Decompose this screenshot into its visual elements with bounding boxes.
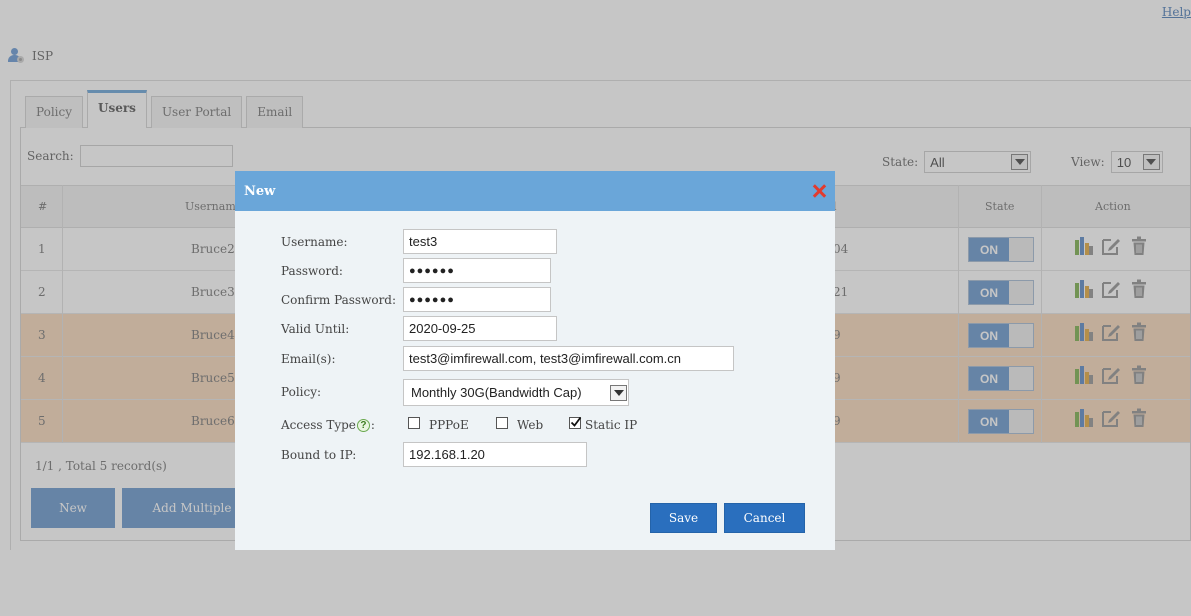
valid-until-label: Valid Until: bbox=[281, 322, 350, 336]
policy-select-value: Monthly 30G(Bandwidth Cap) bbox=[411, 385, 582, 400]
access-type-colon: : bbox=[370, 418, 375, 432]
policy-select[interactable]: Monthly 30G(Bandwidth Cap) bbox=[403, 379, 629, 406]
web-checkbox[interactable] bbox=[496, 417, 508, 429]
web-label: Web bbox=[517, 418, 544, 432]
email-field[interactable]: test3@imfirewall.com, test3@imfirewall.c… bbox=[403, 346, 734, 371]
username-label: Username: bbox=[281, 235, 348, 249]
checkmark-icon bbox=[570, 416, 582, 427]
confirm-password-label: Confirm Password: bbox=[281, 293, 397, 307]
cancel-button[interactable]: Cancel bbox=[724, 503, 805, 533]
static-ip-label: Static IP bbox=[585, 418, 638, 432]
chevron-down-icon bbox=[610, 384, 627, 401]
confirm-password-field[interactable]: ●●●●●● bbox=[403, 287, 551, 312]
password-label: Password: bbox=[281, 264, 343, 278]
valid-until-field[interactable]: 2020-09-25 bbox=[403, 316, 557, 341]
username-field[interactable]: test3 bbox=[403, 229, 557, 254]
new-user-dialog: New Username: test3 Password: ●●●●●● Con… bbox=[235, 171, 835, 550]
pppoe-label: PPPoE bbox=[429, 418, 469, 432]
dialog-title: New bbox=[244, 183, 276, 199]
bound-ip-field[interactable]: 192.168.1.20 bbox=[403, 442, 587, 467]
email-label: Email(s): bbox=[281, 352, 336, 366]
save-button[interactable]: Save bbox=[650, 503, 717, 533]
dialog-header: New bbox=[235, 171, 835, 211]
access-type-label: Access Type?: bbox=[281, 418, 375, 432]
password-field[interactable]: ●●●●●● bbox=[403, 258, 551, 283]
static-ip-checkbox[interactable] bbox=[569, 416, 582, 429]
help-icon[interactable]: ? bbox=[356, 419, 370, 432]
policy-label: Policy: bbox=[281, 385, 322, 399]
bound-ip-label: Bound to IP: bbox=[281, 448, 357, 462]
close-icon[interactable] bbox=[812, 184, 826, 198]
pppoe-checkbox[interactable] bbox=[408, 417, 420, 429]
access-type-text: Access Type bbox=[281, 418, 356, 432]
